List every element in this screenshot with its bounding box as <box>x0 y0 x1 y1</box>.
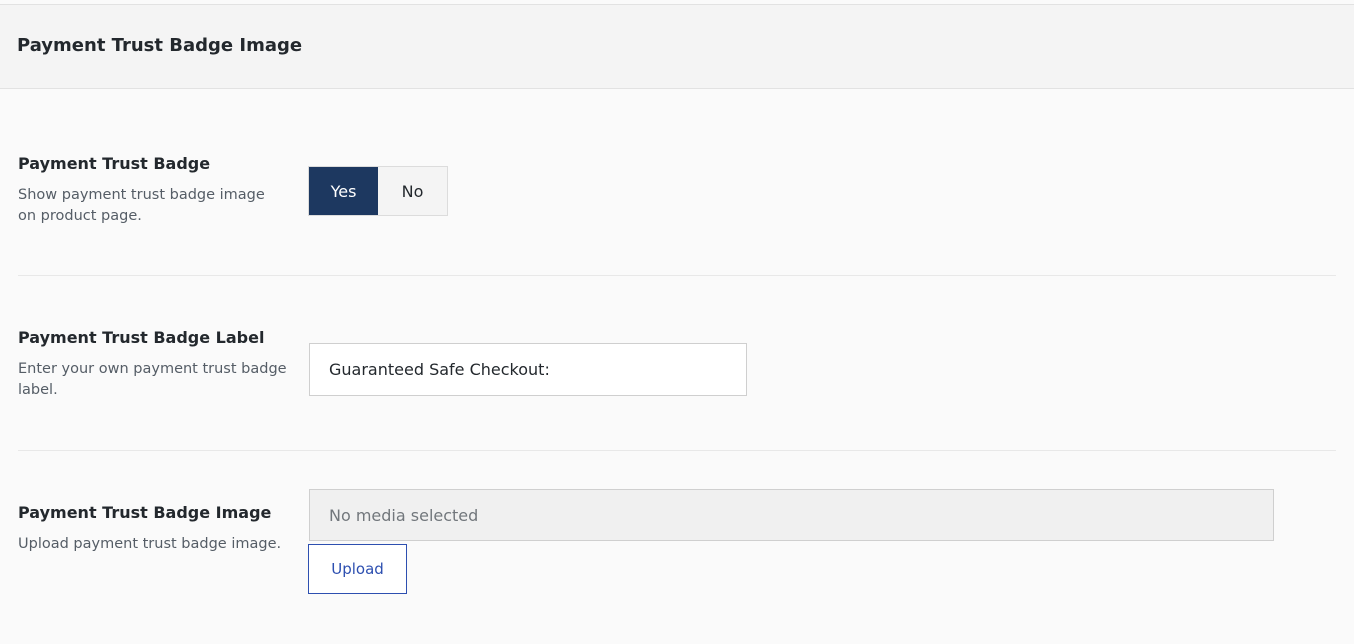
badge-label-label: Payment Trust Badge Label <box>18 328 265 347</box>
row-divider <box>18 450 1336 451</box>
toggle-yes-button[interactable]: Yes <box>309 167 378 215</box>
field-row-badge-image: Payment Trust Badge Image Upload payment… <box>18 489 1336 603</box>
badge-toggle-label: Payment Trust Badge <box>18 154 211 173</box>
field-row-badge-toggle: Payment Trust Badge Show payment trust b… <box>18 154 1336 234</box>
upload-button[interactable]: Upload <box>308 544 407 594</box>
badge-image-label: Payment Trust Badge Image <box>18 503 272 522</box>
badge-image-description: Upload payment trust badge image. <box>18 536 282 552</box>
badge-label-input[interactable] <box>309 343 747 396</box>
media-selection-field: No media selected <box>309 489 1274 541</box>
section-title: Payment Trust Badge Image <box>17 35 303 56</box>
field-row-badge-label: Payment Trust Badge Label Enter your own… <box>18 328 1336 408</box>
toggle-no-button[interactable]: No <box>378 167 447 215</box>
badge-toggle-switch: Yes No <box>308 166 448 216</box>
badge-label-description: Enter your own payment trust badge label… <box>18 361 287 398</box>
section-header: Payment Trust Badge Image <box>0 5 1354 89</box>
row-divider <box>18 275 1336 276</box>
badge-toggle-description: Show payment trust badge image on produc… <box>18 187 265 224</box>
